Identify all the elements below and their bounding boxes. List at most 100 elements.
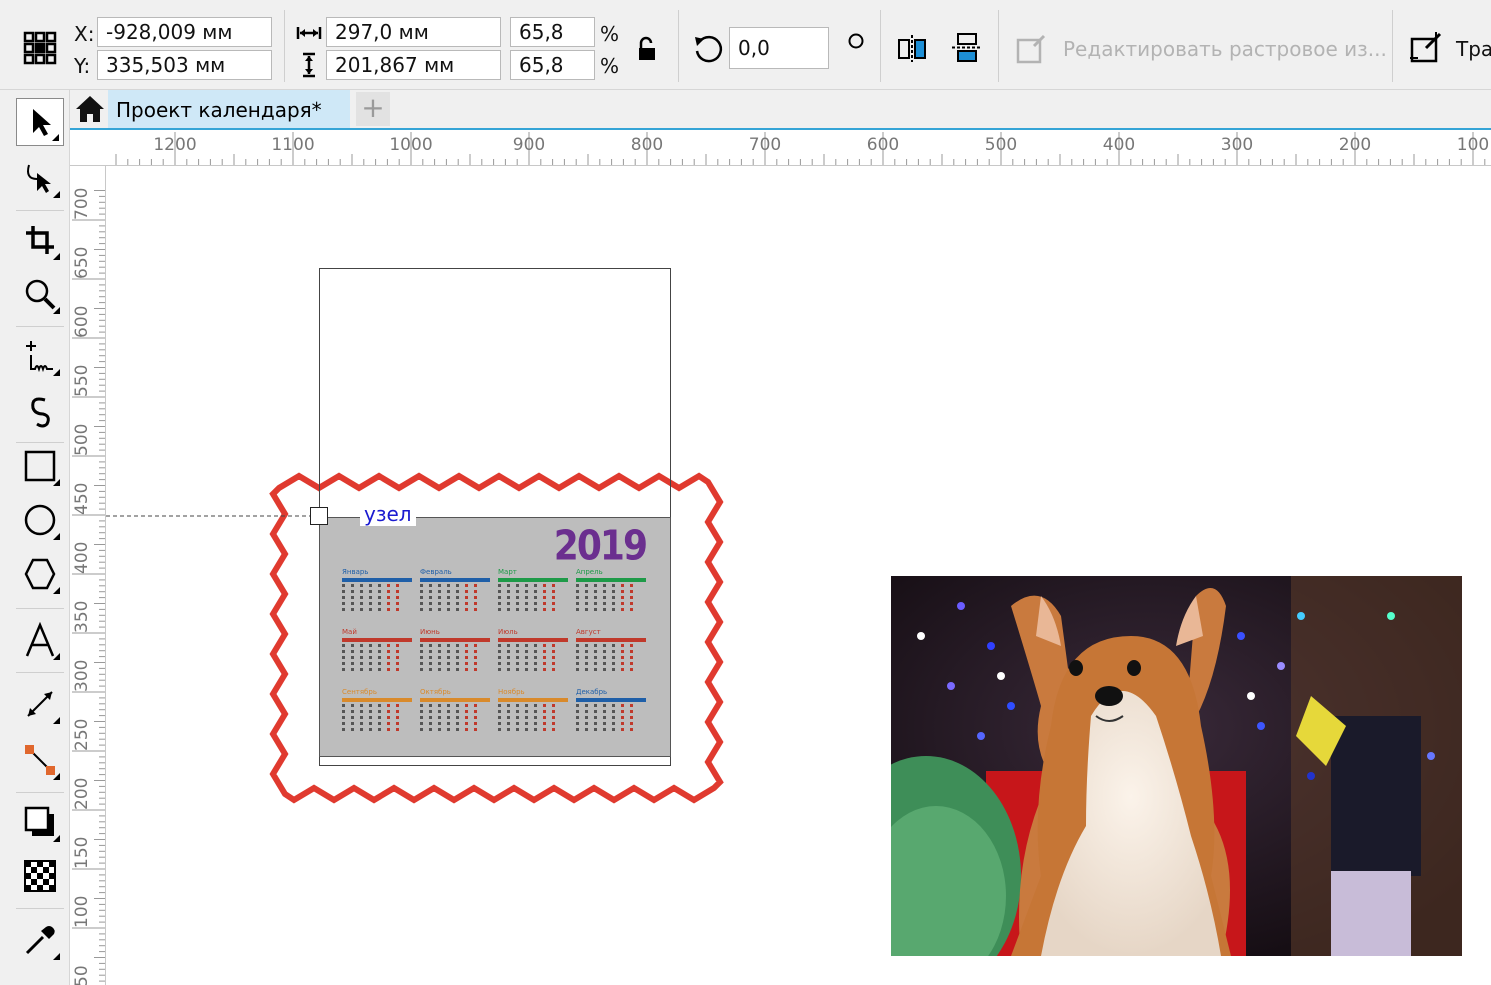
width-input[interactable]: 297,0 мм [326,17,501,47]
x-position-input[interactable]: -928,009 мм [97,17,272,47]
calendar-month-name: Июль [498,628,518,636]
freehand-tool[interactable] [16,332,64,380]
separator [678,10,679,82]
add-tab-button[interactable]: + [356,92,390,126]
calendar-month: Март [498,568,568,614]
percent-label-h: % [600,54,620,78]
separator [284,10,285,82]
mirror-horizontal-icon[interactable] [895,32,929,64]
calendar-month-name: Январь [342,568,369,576]
ruler-h-label: 1200 [153,135,197,155]
vertical-ruler[interactable]: 700 650 600 550 500 450 400 350 300 250 200 150 100 5… [70,166,106,985]
percent-label-w: % [600,22,620,46]
y-position-input[interactable]: 335,503 мм [97,50,272,80]
rotation-input[interactable]: 0,0 [729,27,829,69]
degree-icon [847,32,865,50]
connector-tool[interactable] [16,736,64,784]
ruler-v-label: 650 [72,246,92,279]
text-tool[interactable] [16,616,64,664]
lock-ratio-icon[interactable] [636,36,660,62]
calendar-month-name: Апрель [576,568,603,576]
home-icon [76,96,104,122]
ruler-v-label: 150 [72,836,92,869]
mirror-vertical-icon[interactable] [950,30,984,66]
calendar-month-name: Июнь [420,628,440,636]
height-input[interactable]: 201,867 мм [326,50,501,80]
parallel-dimension-tool[interactable] [16,680,64,728]
calendar-month-name: Ноябрь [498,688,525,696]
ruler-v-label: 50 [72,965,92,985]
ruler-v-label: 550 [72,364,92,397]
ruler-v-label: 350 [72,600,92,633]
scale-width-input[interactable]: 65,8 [510,17,595,47]
calendar-month: Апрель [576,568,646,614]
calendar-month-name: Август [576,628,601,636]
calendar-month-name: Март [498,568,517,576]
node-handle[interactable] [310,507,328,525]
calendar-year: 2019 [553,522,648,571]
calendar-month-name: Декабрь [576,688,608,696]
rectangle-tool[interactable] [16,442,64,490]
ruler-h-label: 600 [866,135,900,155]
calendar-image[interactable]: 2019 Январь Февраль Март Апрель Май Июнь Июль А… [319,517,671,757]
trace-bitmap-icon [1408,30,1444,66]
document-tabs: Проект календаря* + [70,90,1491,130]
polygon-tool[interactable] [16,550,64,598]
artistic-media-tool[interactable] [16,388,64,436]
scale-height-input[interactable]: 65,8 [510,50,595,80]
home-tab[interactable] [72,90,108,128]
ruler-v-label: 100 [72,895,92,928]
shape-tool[interactable] [16,154,64,202]
trace-bitmap-button[interactable]: Тра [1456,37,1491,61]
toolbox [0,90,70,985]
separator [998,10,999,82]
zoom-tool[interactable] [16,270,64,318]
ruler-h-label: 800 [630,135,664,155]
ruler-v-label: 300 [72,659,92,692]
connector-icon [25,745,55,775]
edit-bitmap-button[interactable]: Редактировать растровое из... [1063,37,1387,61]
text-icon [25,622,55,657]
rectangle-icon [24,450,56,482]
ruler-h-label: 1000 [389,135,433,155]
corgi-photo[interactable] [891,576,1462,956]
arrow-cursor-icon [33,109,51,136]
eyedropper-tool[interactable] [16,916,64,964]
drop-shadow-icon [24,806,54,836]
ruler-h-label: 700 [748,135,782,155]
y-label: Y: [74,54,91,78]
freehand-icon [26,341,53,373]
width-icon [296,24,322,42]
dimension-icon [27,691,53,717]
ruler-h-label: 200 [1338,135,1372,155]
crop-tool[interactable] [16,216,64,264]
ellipse-icon [24,504,56,536]
calendar-month-name: Май [342,628,357,636]
calendar-month-name: Февраль [420,568,452,576]
calendar-month: Декабрь [576,688,646,734]
calendar-month: Май [342,628,412,674]
ruler-v-label: 500 [72,423,92,456]
transparency-tool[interactable] [16,852,64,900]
drop-shadow-tool[interactable] [16,798,64,846]
object-origin-icon[interactable] [22,30,58,66]
property-bar: X: Y: -928,009 мм 335,503 мм 297,0 мм 20… [0,0,1491,90]
ruler-v-label: 250 [72,718,92,751]
ruler-h-label: 900 [512,135,546,155]
ruler-h-label: 100 [1456,135,1490,155]
magnifier-icon [25,279,56,310]
calendar-month: Июнь [420,628,490,674]
ruler-h-label: 400 [1102,135,1136,155]
drawing-canvas[interactable]: 2019 Январь Февраль Март Апрель Май Июнь Июль А… [106,166,1491,985]
tab-calendar-project[interactable]: Проект календаря* [108,90,350,128]
ruler-v-label: 600 [72,305,92,338]
calendar-month: Февраль [420,568,490,614]
horizontal-ruler[interactable]: 1200 1100 1000 900 800 700 600 500 400 300 200 100 [70,130,1491,166]
ellipse-tool[interactable] [16,496,64,544]
pick-tool[interactable] [16,98,64,146]
rotate-icon [692,33,724,65]
calendar-month: Сентябрь [342,688,412,734]
x-label: X: [74,22,95,46]
shape-node-icon [27,164,51,193]
calendar-month: Январь [342,568,412,614]
